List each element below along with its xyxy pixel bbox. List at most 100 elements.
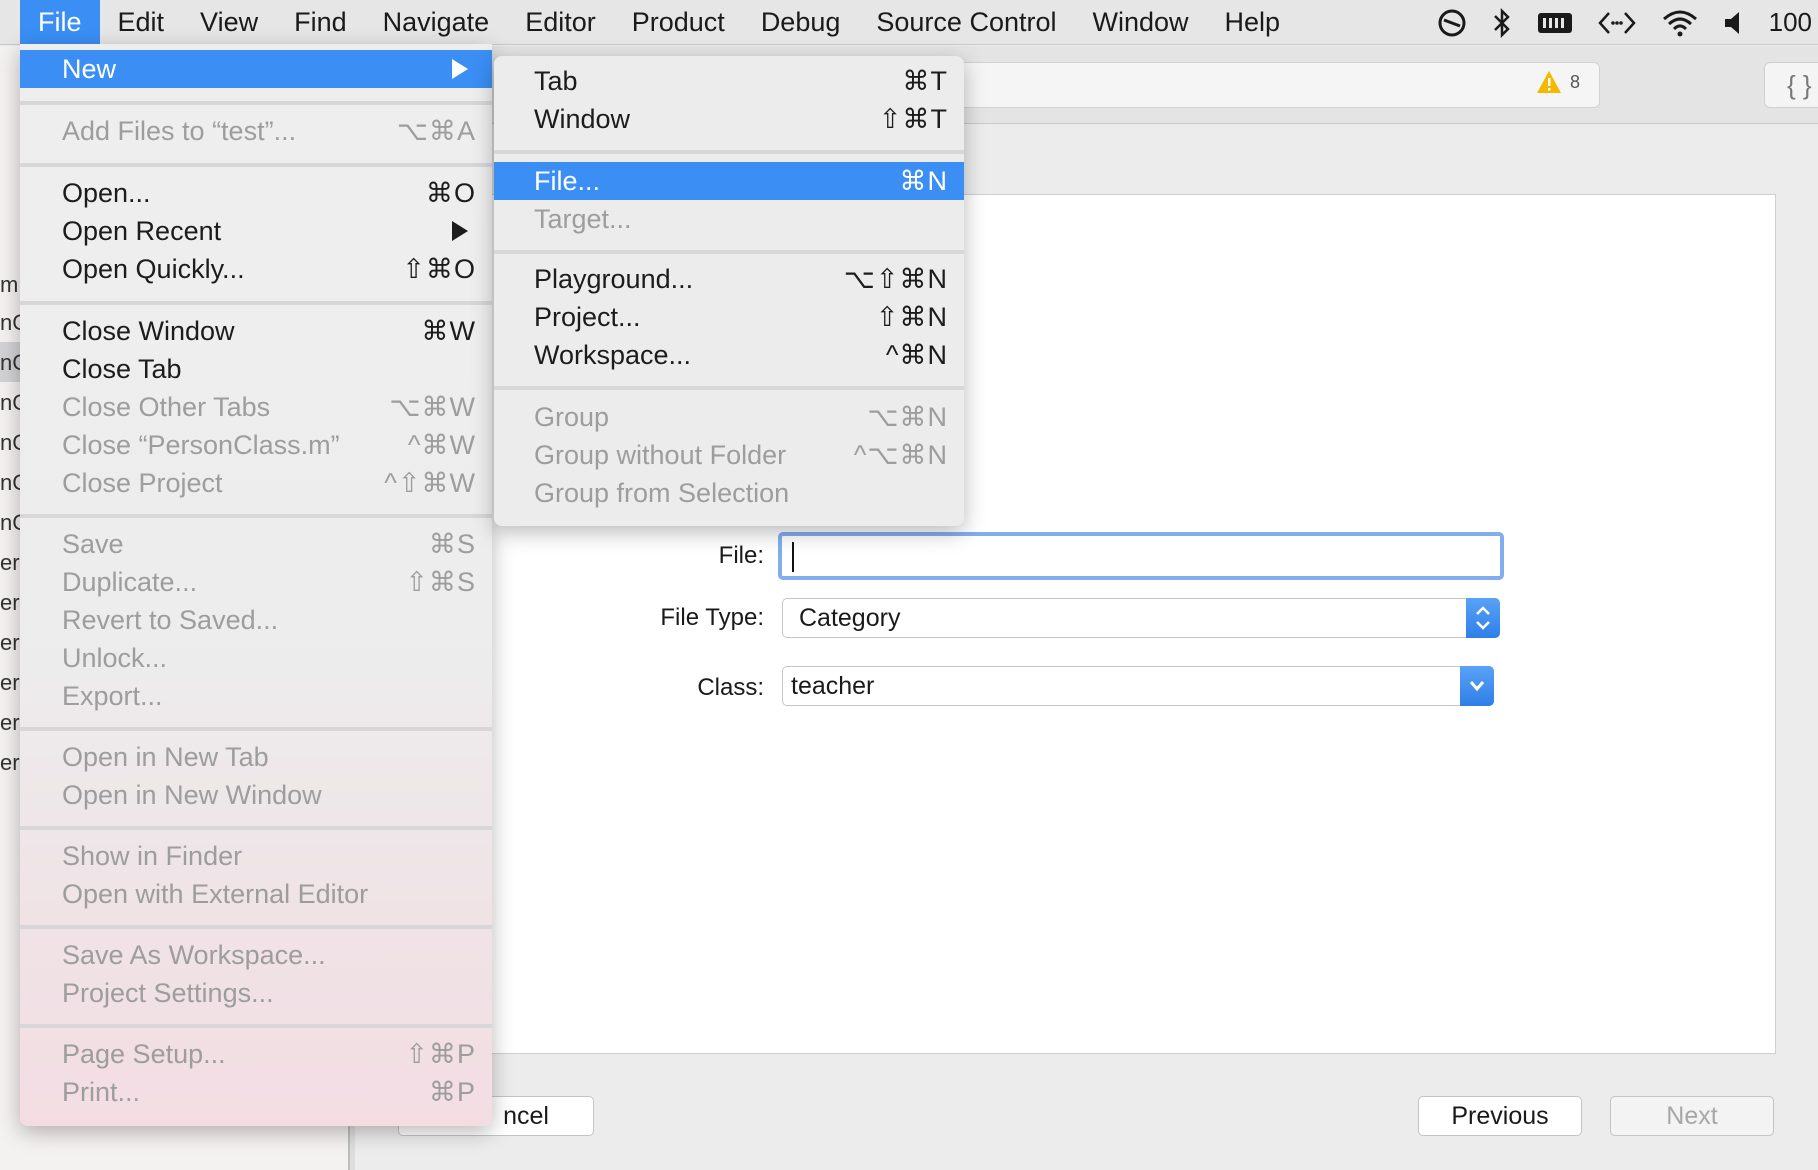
menu-file[interactable]: File xyxy=(20,0,100,45)
menu-item-shortcut: ^⌘W xyxy=(407,430,476,460)
status-area: 100 xyxy=(1437,0,1818,45)
navigator-item[interactable]: m xyxy=(0,272,18,298)
menu-help[interactable]: Help xyxy=(1207,0,1299,45)
menu-separator xyxy=(20,101,492,105)
file-name-input[interactable] xyxy=(778,532,1504,580)
do-not-disturb-icon[interactable] xyxy=(1437,0,1467,45)
keyboard-icon[interactable] xyxy=(1537,0,1573,45)
menu-item-new-window[interactable]: Window ⇧⌘T xyxy=(494,100,964,138)
menu-item-export[interactable]: Export... xyxy=(20,677,492,715)
bluetooth-icon[interactable] xyxy=(1491,0,1513,45)
menu-window[interactable]: Window xyxy=(1074,0,1206,45)
menu-item-new-group[interactable]: Group ⌥⌘N xyxy=(494,398,964,436)
menu-item-open[interactable]: Open... ⌘O xyxy=(20,174,492,212)
wifi-icon[interactable] xyxy=(1661,0,1699,45)
menu-item-shortcut: ⇧⌘O xyxy=(402,254,476,284)
menu-item-label: Open with External Editor xyxy=(62,879,369,909)
menu-debug[interactable]: Debug xyxy=(743,0,859,45)
menu-item-new-tab[interactable]: Tab ⌘T xyxy=(494,62,964,100)
menu-item-open-new-window[interactable]: Open in New Window xyxy=(20,776,492,814)
menu-item-label: Open in New Window xyxy=(62,780,322,810)
menu-separator xyxy=(20,925,492,929)
menu-item-unlock[interactable]: Unlock... xyxy=(20,639,492,677)
menu-item-show-in-finder[interactable]: Show in Finder xyxy=(20,837,492,875)
menu-item-shortcut: ⌘S xyxy=(428,529,476,559)
menu-item-open-recent[interactable]: Open Recent xyxy=(20,212,492,250)
menu-item-new-workspace[interactable]: Workspace... ^⌘N xyxy=(494,336,964,374)
class-combobox[interactable]: teacher xyxy=(782,666,1494,706)
menu-item-page-setup[interactable]: Page Setup... ⇧⌘P xyxy=(20,1035,492,1073)
menu-item-save[interactable]: Save ⌘S xyxy=(20,525,492,563)
menu-source-control[interactable]: Source Control xyxy=(858,0,1074,45)
menu-item-open-external-editor[interactable]: Open with External Editor xyxy=(20,875,492,913)
menu-item-label: Unlock... xyxy=(62,643,168,673)
menu-find[interactable]: Find xyxy=(276,0,365,45)
menu-item-close-other-tabs[interactable]: Close Other Tabs ⌥⌘W xyxy=(20,388,492,426)
menu-item-label: Open Quickly... xyxy=(62,254,245,284)
menu-item-label: Revert to Saved... xyxy=(62,605,279,635)
menu-item-print[interactable]: Print... ⌘P xyxy=(20,1073,492,1111)
menu-bar: File Edit View Find Navigate Editor Prod… xyxy=(0,0,1818,45)
menu-item-label: Open... xyxy=(62,178,151,208)
menu-item-label: Print... xyxy=(62,1077,141,1107)
file-menu: New Add Files to “test”... ⌥⌘A Open... ⌘… xyxy=(20,44,492,1126)
code-review-button[interactable]: { } xyxy=(1764,62,1818,108)
menu-item-label: Show in Finder xyxy=(62,841,243,871)
menu-item-label: Window xyxy=(534,104,631,134)
menu-separator xyxy=(20,514,492,518)
menu-item-shortcut: ^⌘N xyxy=(885,340,948,370)
menu-item-label: Page Setup... xyxy=(62,1039,226,1069)
menu-item-label: Close Tab xyxy=(62,354,182,384)
menu-item-label: Export... xyxy=(62,681,163,711)
menu-item-shortcut: ⇧⌘N xyxy=(875,302,948,332)
menu-separator xyxy=(20,826,492,830)
next-button[interactable]: Next xyxy=(1610,1096,1774,1136)
menu-item-new[interactable]: New xyxy=(20,50,492,88)
menu-item-new-group-without-folder[interactable]: Group without Folder ^⌥⌘N xyxy=(494,436,964,474)
menu-item-label: Target... xyxy=(534,204,632,234)
code-arrows-icon[interactable] xyxy=(1597,0,1637,45)
warning-badge[interactable]: 8 xyxy=(1536,70,1580,94)
menu-separator xyxy=(20,1024,492,1028)
battery-percent[interactable]: 100 xyxy=(1769,7,1812,38)
menu-item-duplicate[interactable]: Duplicate... ⇧⌘S xyxy=(20,563,492,601)
menu-item-new-target[interactable]: Target... xyxy=(494,200,964,238)
menu-item-shortcut: ^⌥⌘N xyxy=(853,440,948,470)
menu-item-open-quickly[interactable]: Open Quickly... ⇧⌘O xyxy=(20,250,492,288)
menu-item-close-project[interactable]: Close Project ^⇧⌘W xyxy=(20,464,492,502)
menu-edit[interactable]: Edit xyxy=(100,0,183,45)
menu-view[interactable]: View xyxy=(182,0,276,45)
menu-separator xyxy=(494,386,964,390)
chevron-down-icon[interactable] xyxy=(1460,666,1494,706)
menu-item-shortcut: ⌘T xyxy=(902,66,948,96)
menu-item-close-window[interactable]: Close Window ⌘W xyxy=(20,312,492,350)
menu-item-shortcut: ⌥⇧⌘N xyxy=(843,264,948,294)
menu-item-label: Close “PersonClass.m” xyxy=(62,430,340,460)
menu-item-new-playground[interactable]: Playground... ⌥⇧⌘N xyxy=(494,260,964,298)
menu-item-save-as-workspace[interactable]: Save As Workspace... xyxy=(20,936,492,974)
menu-item-revert[interactable]: Revert to Saved... xyxy=(20,601,492,639)
menu-item-new-project[interactable]: Project... ⇧⌘N xyxy=(494,298,964,336)
submenu-arrow-icon xyxy=(452,221,468,241)
menu-item-shortcut: ⇧⌘T xyxy=(878,104,948,134)
menu-item-close-file[interactable]: Close “PersonClass.m” ^⌘W xyxy=(20,426,492,464)
menu-item-label: Add Files to “test”... xyxy=(62,116,297,146)
menu-product[interactable]: Product xyxy=(614,0,743,45)
menu-item-shortcut: ⌘N xyxy=(899,166,948,196)
previous-button[interactable]: Previous xyxy=(1418,1096,1582,1136)
menu-navigate[interactable]: Navigate xyxy=(365,0,508,45)
submenu-arrow-icon xyxy=(452,59,468,79)
menu-item-label: Save As Workspace... xyxy=(62,940,326,970)
menu-item-label: Project Settings... xyxy=(62,978,274,1008)
menu-separator xyxy=(494,150,964,154)
menu-item-project-settings[interactable]: Project Settings... xyxy=(20,974,492,1012)
volume-icon[interactable] xyxy=(1723,0,1745,45)
activity-viewer xyxy=(880,62,1600,108)
file-type-select[interactable]: Category xyxy=(782,598,1500,638)
menu-item-new-group-from-selection[interactable]: Group from Selection xyxy=(494,474,964,512)
menu-item-open-new-tab[interactable]: Open in New Tab xyxy=(20,738,492,776)
menu-item-add-files[interactable]: Add Files to “test”... ⌥⌘A xyxy=(20,112,492,150)
menu-editor[interactable]: Editor xyxy=(507,0,614,45)
menu-item-new-file[interactable]: File... ⌘N xyxy=(494,162,964,200)
menu-item-close-tab[interactable]: Close Tab xyxy=(20,350,492,388)
